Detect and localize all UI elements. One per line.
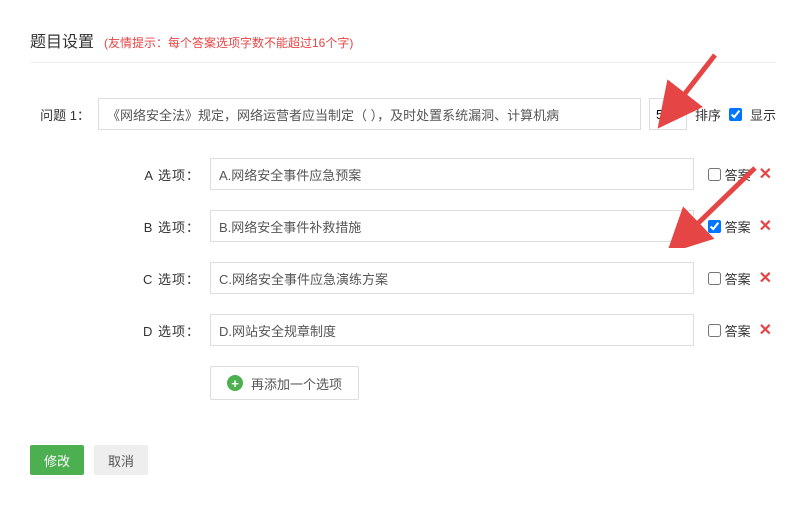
option-row-d: D 选项： 答案✕: [30, 314, 776, 346]
answer-checkbox-a[interactable]: [708, 168, 721, 181]
page-title: 题目设置: [30, 28, 94, 52]
answer-group: 答案✕: [708, 216, 776, 236]
display-checkbox[interactable]: [729, 108, 742, 121]
add-option-button[interactable]: + 再添加一个选项: [210, 366, 359, 400]
option-input-a[interactable]: [210, 158, 694, 190]
footer-buttons: 修改 取消: [30, 445, 776, 475]
delete-icon[interactable]: ✕: [755, 216, 776, 236]
answer-checkbox-b[interactable]: [708, 220, 721, 233]
option-label: A 选项：: [30, 165, 200, 184]
option-row-a: A 选项： 答案✕: [30, 158, 776, 190]
option-input-c[interactable]: [210, 262, 694, 294]
answer-checkbox-d[interactable]: [708, 324, 721, 337]
answer-group: 答案✕: [708, 320, 776, 340]
delete-icon[interactable]: ✕: [755, 320, 776, 340]
hint-text: (友情提示：每个答案选项字数不能超过16个字): [104, 34, 353, 51]
option-input-d[interactable]: [210, 314, 694, 346]
answer-group: 答案✕: [708, 268, 776, 288]
option-input-b[interactable]: [210, 210, 694, 242]
header: 题目设置 (友情提示：每个答案选项字数不能超过16个字): [30, 28, 776, 52]
option-label: D 选项：: [30, 321, 200, 340]
sort-label: 排序: [695, 105, 721, 124]
option-row-b: B 选项： 答案✕: [30, 210, 776, 242]
cancel-button[interactable]: 取消: [94, 445, 148, 475]
delete-icon[interactable]: ✕: [755, 268, 776, 288]
sort-input[interactable]: [649, 98, 687, 130]
plus-icon: +: [227, 375, 243, 391]
option-label: C 选项：: [30, 269, 200, 288]
add-option-row: + 再添加一个选项: [210, 366, 776, 400]
question-input[interactable]: [98, 98, 641, 130]
delete-icon[interactable]: ✕: [755, 164, 776, 184]
answer-label: 答案: [725, 269, 751, 288]
answer-checkbox-c[interactable]: [708, 272, 721, 285]
submit-button[interactable]: 修改: [30, 445, 84, 475]
answer-group: 答案✕: [708, 164, 776, 184]
answer-label: 答案: [725, 165, 751, 184]
question-label: 问题 1：: [30, 105, 90, 124]
display-label: 显示: [750, 105, 776, 124]
add-option-label: 再添加一个选项: [251, 374, 342, 393]
option-label: B 选项：: [30, 217, 200, 236]
answer-label: 答案: [725, 321, 751, 340]
question-row: 问题 1： 排序 显示: [30, 98, 776, 130]
answer-label: 答案: [725, 217, 751, 236]
divider: [30, 62, 776, 63]
option-row-c: C 选项： 答案✕: [30, 262, 776, 294]
